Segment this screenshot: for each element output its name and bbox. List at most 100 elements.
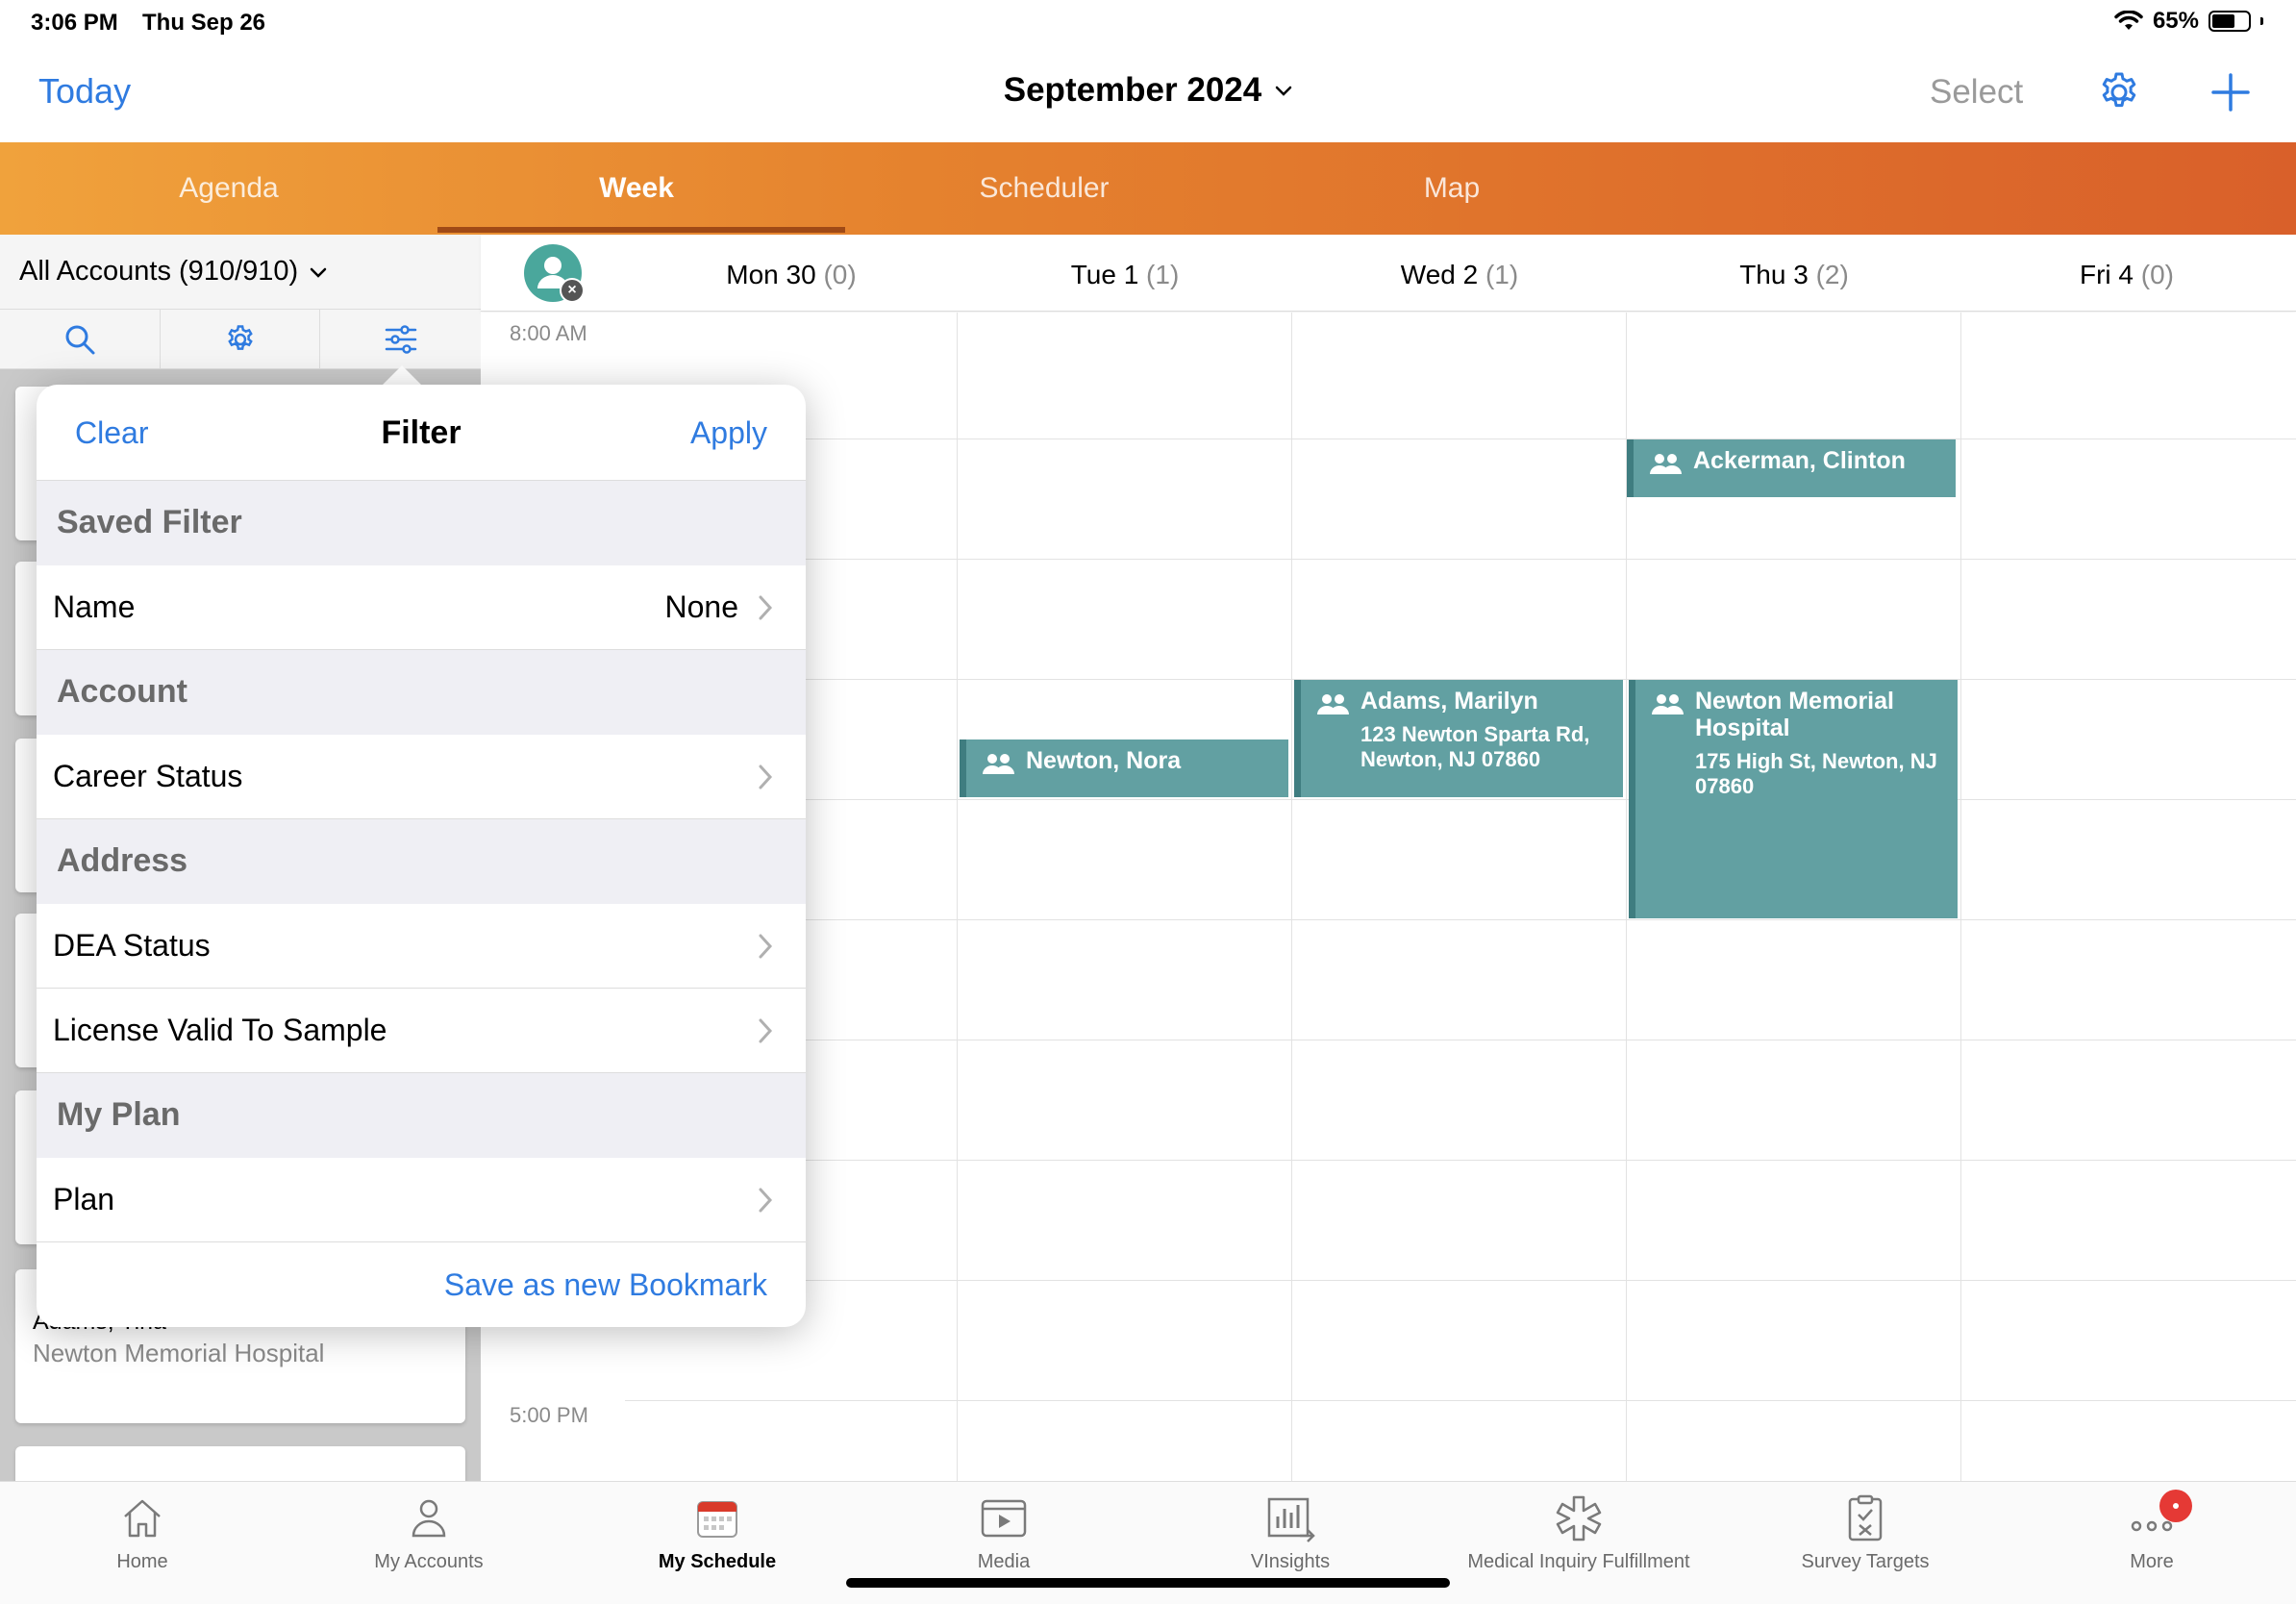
popover-arrow (381, 365, 423, 387)
active-tab-indicator (437, 227, 845, 233)
filter-header: Clear Filter Apply (37, 385, 806, 481)
event-address: 175 High St, Newton, NJ 07860 (1695, 749, 1937, 798)
battery-percent: 65% (2152, 8, 2199, 34)
home-indicator[interactable] (846, 1578, 1450, 1588)
tab-label: Media (977, 1551, 1031, 1572)
day-header-wed[interactable]: Wed 2 (1) (1315, 260, 1604, 290)
calendar-event[interactable]: Ackerman, Clinton (1627, 439, 1956, 497)
account-subtitle: Newton Memorial Hospital (33, 1339, 325, 1367)
filter-button[interactable] (320, 310, 481, 369)
filter-row-dea-status[interactable]: DEA Status (37, 904, 806, 989)
tab-scheduler[interactable]: Scheduler (840, 142, 1248, 235)
day-count: (0) (2140, 260, 2174, 289)
hour-line (625, 799, 2296, 800)
event-title: Adams, Marilyn (1360, 688, 1538, 714)
status-bar: 3:06 PM Thu Sep 26 65% (0, 0, 2296, 46)
bottom-tab-home[interactable]: Home (0, 1482, 287, 1604)
day-label: Thu 3 (1739, 260, 1809, 289)
calendar-event[interactable]: Adams, Marilyn 123 Newton Sparta Rd, New… (1294, 680, 1623, 797)
row-label: Career Status (53, 759, 243, 793)
wifi-icon (2114, 11, 2143, 30)
chevron-right-icon (759, 1188, 773, 1213)
time-label-start: 8:00 AM (510, 321, 587, 345)
settings-button[interactable] (161, 310, 321, 369)
filter-row-career-status[interactable]: Career Status (37, 735, 806, 819)
section-header: My Plan (57, 1096, 181, 1133)
tab-label: My Accounts (374, 1551, 484, 1572)
filter-row-name[interactable]: Name None (37, 565, 806, 650)
status-date: Thu Sep 26 (142, 10, 266, 36)
day-label: Tue 1 (1070, 260, 1139, 289)
day-header-mon[interactable]: Mon 30 (0) (647, 260, 936, 290)
battery-fill (2212, 14, 2234, 28)
chevron-right-icon (759, 1018, 773, 1043)
calendar-icon (697, 1501, 737, 1538)
home-icon (124, 1499, 161, 1538)
tab-label: More (2130, 1551, 2174, 1572)
notification-badge (2159, 1490, 2192, 1522)
hour-line (625, 1280, 2296, 1281)
tab-week[interactable]: Week (433, 142, 840, 235)
row-label: DEA Status (53, 928, 211, 963)
section-address: Address (37, 819, 806, 904)
day-label: Mon 30 (726, 260, 816, 289)
people-icon (1317, 694, 1349, 714)
row-value: None (664, 589, 739, 624)
bottom-tab-my-schedule[interactable]: My Schedule (573, 1482, 861, 1604)
clipboard-icon (1848, 1494, 1883, 1541)
people-icon (1652, 694, 1684, 714)
event-title: Ackerman, Clinton (1693, 447, 1906, 474)
tab-label: My Schedule (658, 1551, 777, 1572)
row-label: Name (53, 589, 136, 624)
chevron-down-icon (1275, 86, 1292, 96)
day-header-fri[interactable]: Fri 4 (0) (1983, 260, 2271, 290)
accounts-title: All Accounts (910/910) (19, 256, 299, 287)
accounts-selector[interactable]: All Accounts (910/910) (0, 235, 481, 310)
tab-map[interactable]: Map (1248, 142, 1656, 235)
hour-line (625, 1400, 2296, 1401)
tab-agenda[interactable]: Agenda (25, 142, 433, 235)
day-label: Wed 2 (1400, 260, 1479, 289)
add-icon[interactable] (2208, 69, 2254, 115)
bottom-tab-medical-inquiry[interactable]: Medical Inquiry Fulfillment (1435, 1482, 1723, 1604)
tab-label: VInsights (1250, 1551, 1331, 1572)
status-indicators: 65% (2114, 8, 2263, 35)
select-button[interactable]: Select (1930, 73, 2023, 112)
tab-label: Survey Targets (1801, 1551, 1930, 1572)
calendar-event[interactable]: Newton Memorial Hospital 175 High St, Ne… (1629, 680, 1958, 918)
bottom-tab-more[interactable]: More (2008, 1482, 2296, 1604)
day-count: (1) (1146, 260, 1180, 289)
tab-label: Medical Inquiry Fulfillment (1467, 1551, 1690, 1572)
close-icon[interactable]: × (560, 278, 585, 303)
time-label-end: 5:00 PM (510, 1403, 588, 1427)
day-divider (1960, 313, 1961, 1481)
chevron-down-icon (310, 267, 327, 278)
search-icon (65, 325, 95, 355)
section-header: Account (57, 673, 187, 710)
media-icon (981, 1499, 1027, 1538)
filter-row-plan[interactable]: Plan (37, 1158, 806, 1242)
bottom-tab-my-accounts[interactable]: My Accounts (285, 1482, 573, 1604)
filter-popover: Clear Filter Apply Saved Filter Name Non… (37, 385, 806, 1327)
account-tools (0, 310, 481, 369)
day-header-tue[interactable]: Tue 1 (1) (981, 260, 1269, 290)
save-bookmark-button[interactable]: Save as new Bookmark (444, 1267, 767, 1303)
event-title: Newton Memorial Hospital (1695, 688, 1894, 741)
people-icon (1650, 454, 1682, 474)
section-saved-filter: Saved Filter (37, 481, 806, 565)
filter-row-license-valid[interactable]: License Valid To Sample (37, 989, 806, 1073)
hour-line (625, 1160, 2296, 1161)
search-button[interactable] (0, 310, 161, 369)
bottom-tab-survey-targets[interactable]: Survey Targets (1721, 1482, 2009, 1604)
hour-line (625, 919, 2296, 920)
apply-button[interactable]: Apply (690, 415, 767, 451)
status-time: 3:06 PM (31, 10, 118, 36)
calendar-event[interactable]: Newton, Nora (960, 739, 1288, 797)
day-header-thu[interactable]: Thu 3 (2) (1650, 260, 1938, 290)
hour-line (625, 559, 2296, 560)
navigation-bar: Today September 2024 Select (0, 46, 2296, 142)
medical-icon (1556, 1495, 1602, 1541)
chevron-right-icon (759, 934, 773, 959)
day-count: (1) (1485, 260, 1519, 289)
gear-icon[interactable] (2096, 69, 2142, 115)
